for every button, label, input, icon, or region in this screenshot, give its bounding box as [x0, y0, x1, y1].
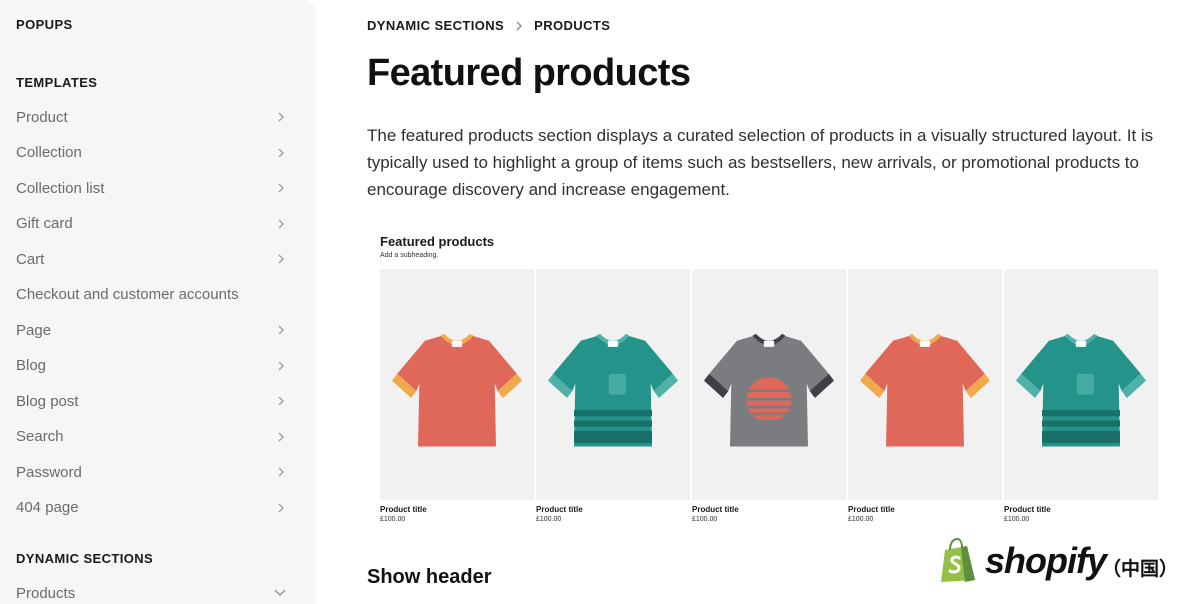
product-image[interactable]: [848, 269, 1002, 500]
sidebar-item-page[interactable]: Page: [0, 313, 316, 347]
product-title[interactable]: Product title: [692, 505, 846, 514]
product-image[interactable]: [536, 269, 690, 500]
breadcrumb: DYNAMIC SECTIONS PRODUCTS: [367, 18, 610, 33]
sidebar-item-label: Checkout and customer accounts: [16, 286, 239, 303]
sidebar-item-blog[interactable]: Blog: [0, 349, 316, 383]
watermark-region: （中国）: [1102, 559, 1179, 580]
watermark-brand: shopify: [985, 540, 1107, 581]
product-price: £100.00: [1004, 516, 1030, 523]
show-header-heading: Show header: [367, 566, 492, 588]
shopify-bag-icon: [941, 538, 975, 582]
sidebar-item-products[interactable]: Products: [0, 576, 316, 604]
sidebar-item-product[interactable]: Product: [0, 100, 316, 134]
dynamic-sections-heading: DYNAMIC SECTIONS: [16, 551, 154, 566]
preview-subheading: Add a subheading.: [380, 252, 439, 259]
chevron-down-icon: [274, 589, 286, 597]
sidebar-item-label: Collection: [16, 144, 82, 161]
product-image[interactable]: [692, 269, 846, 500]
sidebar: POPUPS TEMPLATES Product Collection Collec…: [0, 0, 316, 604]
product-price: £100.00: [848, 516, 874, 523]
breadcrumb-parent[interactable]: DYNAMIC SECTIONS: [367, 18, 504, 33]
product-title[interactable]: Product title: [848, 505, 1002, 514]
sidebar-item-label: Blog post: [16, 392, 79, 410]
product-card[interactable]: Product title £100.00: [848, 269, 1002, 523]
sidebar-item-label: Cart: [16, 250, 45, 268]
chevron-right-icon: [278, 183, 284, 193]
product-card[interactable]: Product title £100.00: [536, 269, 690, 523]
tshirt-image: [704, 333, 834, 447]
product-title[interactable]: Product title: [1004, 505, 1158, 514]
product-price: £100.00: [380, 516, 406, 523]
sidebar-item-search[interactable]: Search: [0, 420, 316, 454]
sidebar-item-gift-card[interactable]: Gift card: [0, 207, 316, 241]
page-title: Featured products: [367, 52, 691, 94]
sidebar-item-checkout-and-customer-accounts[interactable]: Checkout and customer accounts: [0, 278, 316, 312]
preview-title: Featured products: [380, 234, 495, 249]
popups-heading[interactable]: POPUPS: [16, 17, 73, 32]
chevron-right-icon: [278, 361, 284, 370]
product-image[interactable]: [1004, 269, 1158, 500]
sidebar-item-label: 404 page: [16, 499, 79, 516]
tshirt-image: [860, 333, 990, 447]
product-card[interactable]: Product title £100.00: [1004, 269, 1158, 523]
product-image[interactable]: [380, 269, 534, 500]
sidebar-item-label: Product: [16, 108, 68, 126]
product-price: £100.00: [536, 516, 562, 523]
chevron-right-icon: [278, 148, 284, 157]
sidebar-item-label: Password: [16, 463, 82, 481]
section-preview: Featured products Add a subheading. Prod…: [380, 226, 1160, 526]
tshirt-image: [392, 333, 522, 447]
sidebar-item-blog-post[interactable]: Blog post: [0, 384, 316, 418]
sidebar-item-collection-list[interactable]: Collection list: [0, 171, 316, 205]
chevron-right-icon: [278, 254, 284, 264]
sidebar-item-cart[interactable]: Cart: [0, 242, 316, 276]
sidebar-item-label: Page: [16, 321, 52, 339]
sidebar-item-collection[interactable]: Collection: [0, 136, 316, 170]
tshirt-image: [548, 333, 678, 447]
page-description: The featured products section displays a…: [367, 126, 1154, 199]
sidebar-item-label: Blog: [16, 357, 47, 374]
sidebar-item-404-page[interactable]: 404 page: [0, 491, 316, 525]
product-card[interactable]: Product title £100.00: [380, 269, 534, 523]
shopify-watermark: shopify （中国）: [937, 536, 1187, 588]
product-card[interactable]: Product title £100.00: [692, 269, 846, 523]
product-grid: Product title £100.00 Product title £100.00…: [380, 269, 1158, 523]
sidebar-item-password[interactable]: Password: [0, 455, 316, 489]
chevron-right-icon: [278, 432, 284, 441]
sidebar-item-label: Products: [16, 584, 76, 602]
sidebar-item-label: Gift card: [16, 215, 73, 232]
chevron-right-icon: [278, 325, 284, 335]
chevron-right-icon: [278, 396, 284, 406]
tshirt-image: [1016, 333, 1146, 447]
chevron-right-icon: [516, 21, 523, 30]
chevron-right-icon: [278, 219, 284, 228]
chevron-right-icon: [278, 112, 284, 122]
product-title[interactable]: Product title: [380, 505, 534, 514]
chevron-right-icon: [278, 503, 284, 512]
sidebar-item-label: Search: [16, 428, 64, 445]
sidebar-item-label: Collection list: [16, 179, 105, 197]
templates-heading: TEMPLATES: [16, 75, 98, 90]
product-price: £100.00: [692, 516, 718, 523]
breadcrumb-current: PRODUCTS: [534, 18, 611, 33]
chevron-right-icon: [278, 467, 284, 477]
product-title[interactable]: Product title: [536, 505, 690, 514]
